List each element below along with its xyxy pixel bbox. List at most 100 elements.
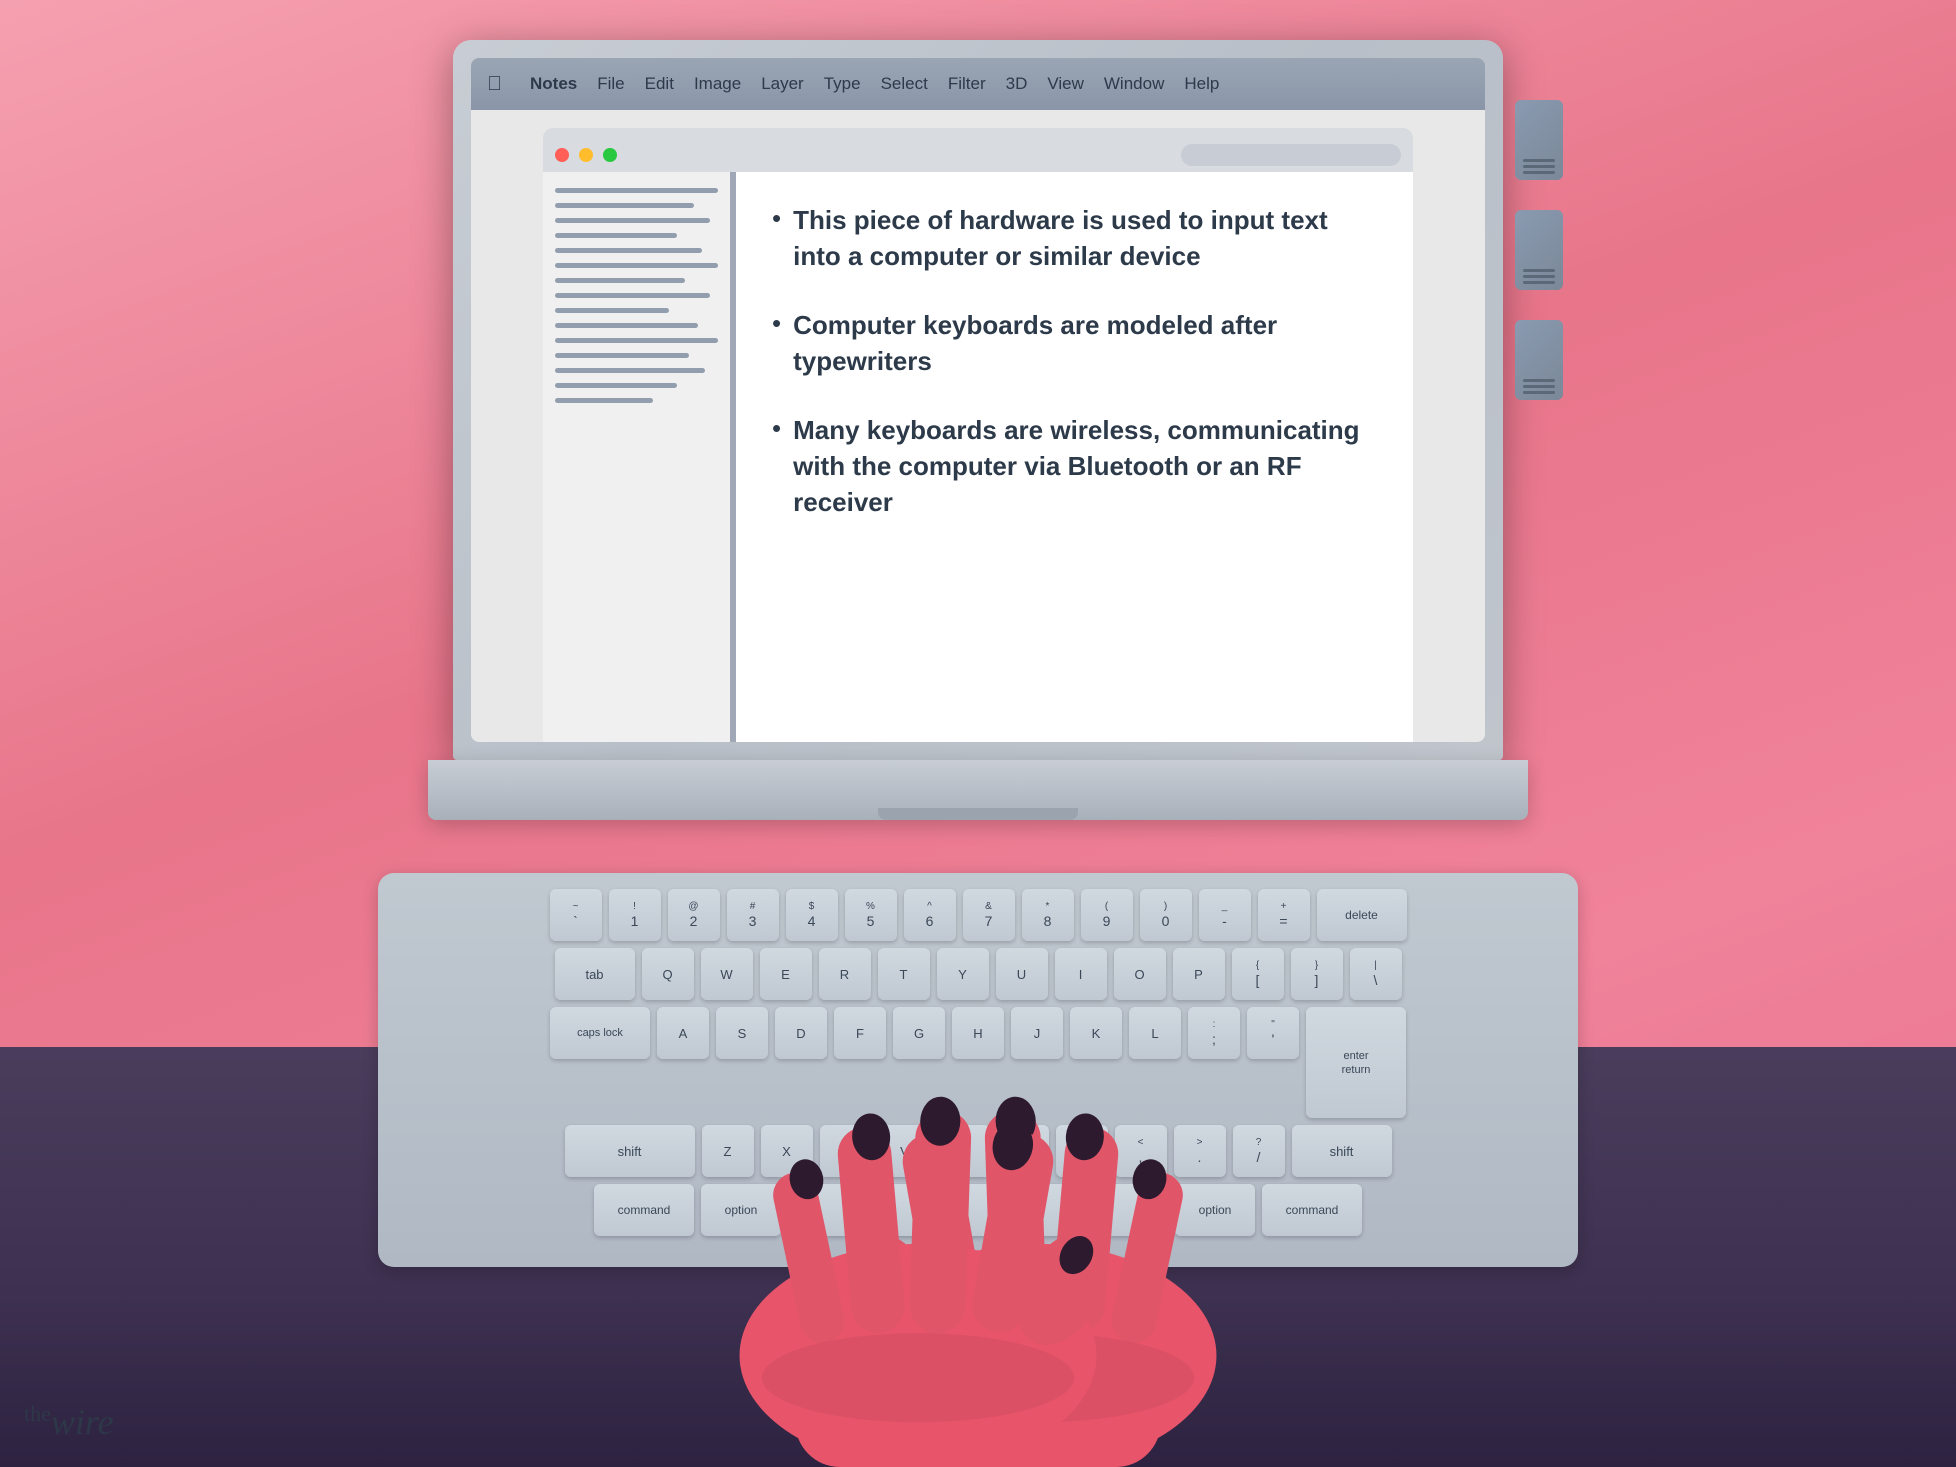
key-slash[interactable]: ?/ (1233, 1125, 1285, 1177)
key-e[interactable]: E (760, 948, 812, 1000)
logo-name: wire (51, 1402, 114, 1442)
menu-type[interactable]: Type (824, 74, 861, 94)
key-shift-left[interactable]: shift (565, 1125, 695, 1177)
keyboard-area: ~` !1 @2 #3 $4 %5 ^6 &7 *8 (9 )0 _- += d… (378, 873, 1578, 1267)
scrollbar-decorations (1515, 100, 1563, 400)
key-5[interactable]: %5 (845, 889, 897, 941)
notes-main-content[interactable]: • This piece of hardware is used to inpu… (736, 172, 1413, 742)
menu-3d[interactable]: 3D (1006, 74, 1028, 94)
key-c[interactable]: C (820, 1125, 872, 1177)
key-6[interactable]: ^6 (904, 889, 956, 941)
scrollbar-block-2 (1515, 210, 1563, 290)
key-p[interactable]: P (1173, 948, 1225, 1000)
sidebar-line (555, 218, 710, 223)
key-backtick[interactable]: ~` (550, 889, 602, 941)
bullet-dot-2: • (772, 307, 781, 341)
key-8[interactable]: *8 (1022, 889, 1074, 941)
key-y[interactable]: Y (937, 948, 989, 1000)
app-window: • This piece of hardware is used to inpu… (471, 110, 1485, 742)
key-3[interactable]: #3 (727, 889, 779, 941)
menu-layer[interactable]: Layer (761, 74, 804, 94)
key-f[interactable]: F (834, 1007, 886, 1059)
key-q[interactable]: Q (642, 948, 694, 1000)
apple-logo-icon:  (487, 73, 502, 96)
key-lbracket[interactable]: {[ (1232, 948, 1284, 1000)
key-d[interactable]: D (775, 1007, 827, 1059)
sidebar-line (555, 338, 718, 343)
key-minus[interactable]: _- (1199, 889, 1251, 941)
key-n[interactable]: N (997, 1125, 1049, 1177)
key-period[interactable]: >. (1174, 1125, 1226, 1177)
key-z[interactable]: Z (702, 1125, 754, 1177)
key-quote[interactable]: "' (1247, 1007, 1299, 1059)
key-semicolon[interactable]: :; (1188, 1007, 1240, 1059)
laptop-base (428, 760, 1528, 820)
key-shift-right[interactable]: shift (1292, 1125, 1392, 1177)
key-m[interactable]: M (1056, 1125, 1108, 1177)
key-g[interactable]: G (893, 1007, 945, 1059)
key-i[interactable]: I (1055, 948, 1107, 1000)
menu-file[interactable]: File (597, 74, 624, 94)
key-4[interactable]: $4 (786, 889, 838, 941)
key-h[interactable]: H (952, 1007, 1004, 1059)
sidebar-line (555, 308, 669, 313)
key-rbracket[interactable]: }] (1291, 948, 1343, 1000)
menu-bar:  Notes File Edit Image Layer Type Selec… (471, 58, 1485, 110)
key-option-left[interactable]: option (701, 1184, 781, 1236)
key-b[interactable]: B (938, 1125, 990, 1177)
key-space[interactable] (788, 1184, 1168, 1236)
menu-image[interactable]: Image (694, 74, 741, 94)
key-s[interactable]: S (716, 1007, 768, 1059)
key-r[interactable]: R (819, 948, 871, 1000)
key-x[interactable]: X (761, 1125, 813, 1177)
key-command-left[interactable]: command (594, 1184, 694, 1236)
maximize-button[interactable] (603, 148, 617, 162)
key-tab[interactable]: tab (555, 948, 635, 1000)
keyboard-row-4: shift Z X C V B N M <, >. ?/ shift (402, 1125, 1554, 1177)
key-o[interactable]: O (1114, 948, 1166, 1000)
menu-help[interactable]: Help (1184, 74, 1219, 94)
key-equals[interactable]: += (1258, 889, 1310, 941)
key-capslock[interactable]: caps lock (550, 1007, 650, 1059)
key-l[interactable]: L (1129, 1007, 1181, 1059)
menu-filter[interactable]: Filter (948, 74, 986, 94)
close-button[interactable] (555, 148, 569, 162)
key-k[interactable]: K (1070, 1007, 1122, 1059)
key-a[interactable]: A (657, 1007, 709, 1059)
sidebar-line (555, 368, 705, 373)
minimize-button[interactable] (579, 148, 593, 162)
key-1[interactable]: !1 (609, 889, 661, 941)
key-t[interactable]: T (878, 948, 930, 1000)
sidebar-line (555, 233, 677, 238)
key-v[interactable]: V (879, 1125, 931, 1177)
sidebar-line (555, 323, 698, 328)
bullet-dot-1: • (772, 202, 781, 236)
laptop-screen:  Notes File Edit Image Layer Type Selec… (453, 40, 1503, 760)
keyboard-row-3: caps lock A S D F G H J K L :; "' enterr… (402, 1007, 1554, 1118)
key-backslash[interactable]: |\ (1350, 948, 1402, 1000)
key-command-right[interactable]: command (1262, 1184, 1362, 1236)
logo-watermark: thewire (24, 1401, 114, 1443)
key-option-right[interactable]: option (1175, 1184, 1255, 1236)
scrollbar-block-3 (1515, 320, 1563, 400)
key-u[interactable]: U (996, 948, 1048, 1000)
menu-select[interactable]: Select (881, 74, 928, 94)
key-delete[interactable]: delete (1317, 889, 1407, 941)
key-7[interactable]: &7 (963, 889, 1015, 941)
key-9[interactable]: (9 (1081, 889, 1133, 941)
key-w[interactable]: W (701, 948, 753, 1000)
menu-view[interactable]: View (1047, 74, 1084, 94)
key-j[interactable]: J (1011, 1007, 1063, 1059)
bullet-item-3: • Many keyboards are wireless, communica… (772, 412, 1377, 521)
key-0[interactable]: )0 (1140, 889, 1192, 941)
key-2[interactable]: @2 (668, 889, 720, 941)
menu-window[interactable]: Window (1104, 74, 1164, 94)
keyboard-body: ~` !1 @2 #3 $4 %5 ^6 &7 *8 (9 )0 _- += d… (378, 873, 1578, 1267)
bullet-text-1: This piece of hardware is used to input … (793, 202, 1377, 275)
menu-notes[interactable]: Notes (530, 74, 577, 94)
key-enter[interactable]: enterreturn (1306, 1007, 1406, 1118)
menu-edit[interactable]: Edit (645, 74, 674, 94)
scrollbar-block-1 (1515, 100, 1563, 180)
key-comma[interactable]: <, (1115, 1125, 1167, 1177)
window-search-bar[interactable] (1181, 144, 1401, 166)
